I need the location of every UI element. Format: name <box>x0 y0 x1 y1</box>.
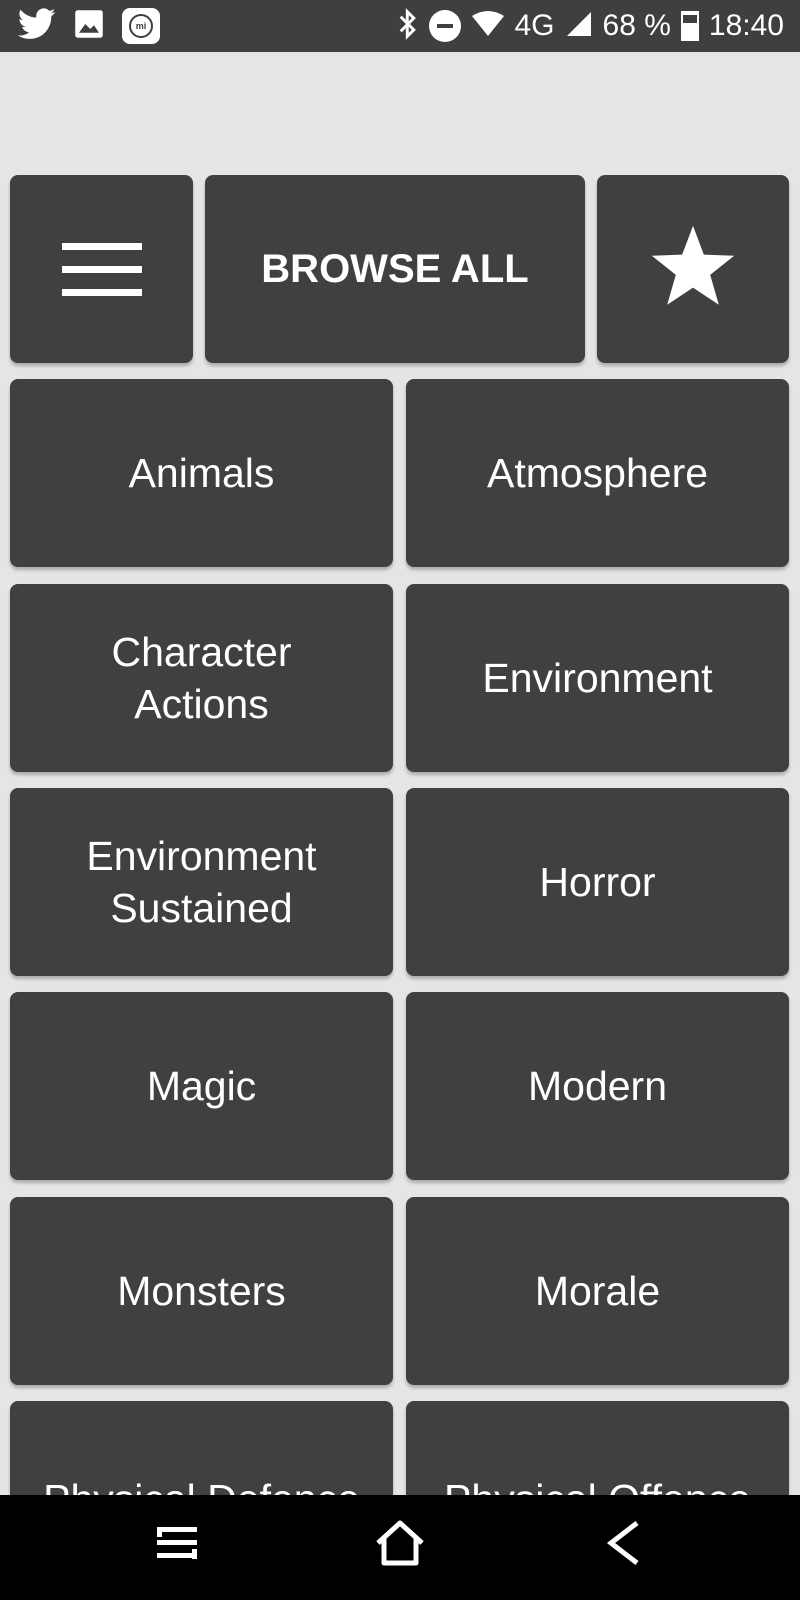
category-label: Modern <box>527 1063 667 1109</box>
category-label: Environment Sustained <box>86 833 317 931</box>
category-atmosphere[interactable]: Atmosphere <box>406 379 789 567</box>
category-character-actions[interactable]: Character Actions <box>10 584 393 772</box>
category-environment[interactable]: Environment <box>406 584 789 772</box>
battery-percent: 68 % <box>602 9 671 42</box>
category-label: Atmosphere <box>486 450 709 496</box>
category-label: Horror <box>539 859 656 905</box>
battery-icon <box>680 11 699 41</box>
navigation-bar <box>0 1495 800 1600</box>
home-icon <box>374 1519 426 1572</box>
network-type: 4G <box>514 9 555 42</box>
category-horror[interactable]: Horror <box>406 788 789 976</box>
do-not-disturb-icon <box>428 10 461 42</box>
back-button[interactable] <box>588 1515 658 1575</box>
recents-button[interactable] <box>142 1515 212 1575</box>
home-button[interactable] <box>365 1515 435 1575</box>
browse-all-button[interactable]: BROWSE ALL <box>205 175 585 363</box>
category-label: Environment <box>482 655 713 701</box>
bluetooth-icon <box>397 7 419 45</box>
category-label: Morale <box>534 1268 661 1314</box>
recents-icon <box>155 1523 199 1568</box>
hamburger-icon <box>61 242 142 296</box>
category-label: Magic <box>146 1063 257 1109</box>
status-bar: mi 4G 68 % 18:40 <box>0 0 800 52</box>
system-status: 4G 68 % 18:40 <box>397 7 784 45</box>
twitter-icon <box>17 7 56 45</box>
signal-icon <box>565 10 593 43</box>
category-environment-sustained[interactable]: Environment Sustained <box>10 788 393 976</box>
clock: 18:40 <box>708 9 784 42</box>
category-monsters[interactable]: Monsters <box>10 1197 393 1385</box>
category-label: Monsters <box>117 1268 286 1314</box>
category-label: Animals <box>128 450 275 496</box>
category-modern[interactable]: Modern <box>406 992 789 1180</box>
category-morale[interactable]: Morale <box>406 1197 789 1385</box>
image-icon <box>74 9 104 44</box>
menu-button[interactable] <box>10 175 193 363</box>
favorites-button[interactable] <box>597 175 789 363</box>
notification-icons: mi <box>17 7 160 45</box>
wifi-icon <box>471 10 505 43</box>
mi-icon-text: mi <box>129 14 153 38</box>
category-animals[interactable]: Animals <box>10 379 393 567</box>
category-magic[interactable]: Magic <box>10 992 393 1180</box>
mi-icon: mi <box>122 8 160 44</box>
back-icon <box>603 1519 643 1572</box>
browse-all-label: BROWSE ALL <box>261 247 529 291</box>
star-icon <box>648 224 738 315</box>
category-label: Character Actions <box>111 629 292 727</box>
